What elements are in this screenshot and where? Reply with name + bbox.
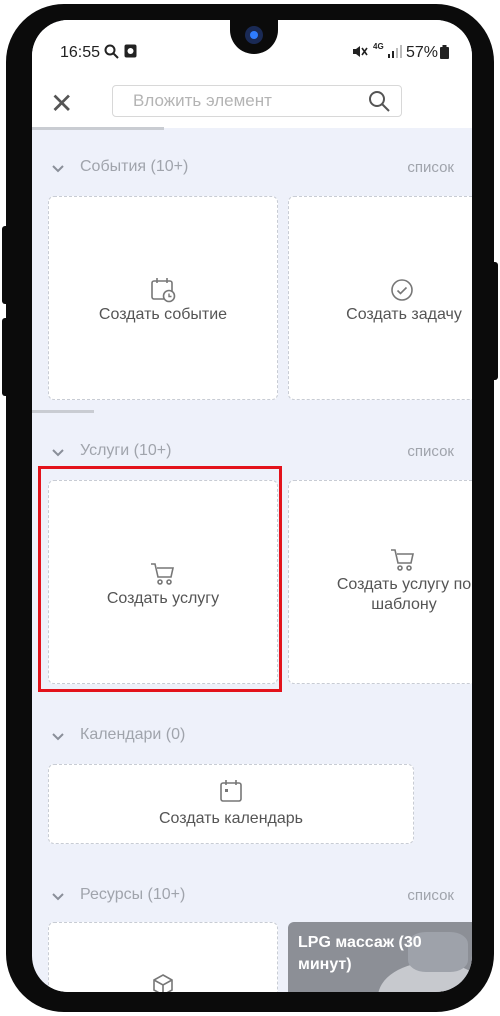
chevron-down-icon[interactable] xyxy=(52,446,64,460)
network-type-label: 4G xyxy=(373,42,384,51)
scroll-indicator xyxy=(32,410,94,413)
list-link-resources[interactable]: список xyxy=(407,887,454,904)
create-calendar-card[interactable]: Создать календарь xyxy=(48,764,414,844)
section-header-calendars[interactable]: Календари (0) xyxy=(32,724,472,754)
battery-icon xyxy=(440,45,449,62)
create-service-from-template-card[interactable]: Создать услугу по шаблону xyxy=(288,480,472,684)
search-input[interactable] xyxy=(131,90,355,112)
cart-icon xyxy=(390,547,416,578)
status-time: 16:55 xyxy=(60,44,101,61)
volume-down-button xyxy=(2,318,10,396)
search-status-icon xyxy=(104,44,119,62)
mute-icon xyxy=(352,44,368,62)
chevron-down-icon[interactable] xyxy=(52,730,64,744)
section-title-services: Услуги (10+) xyxy=(80,442,172,459)
section-title-events: События (10+) xyxy=(80,158,189,175)
create-task-card[interactable]: Создать задачу xyxy=(288,196,472,400)
list-link-events[interactable]: список xyxy=(407,159,454,176)
section-title-calendars: Календари (0) xyxy=(80,726,186,743)
section-title-resources: Ресурсы (10+) xyxy=(80,886,186,903)
create-event-card[interactable]: Создать событие xyxy=(48,196,278,400)
camera-notch xyxy=(230,20,278,54)
box-icon xyxy=(151,973,175,992)
volume-up-button xyxy=(2,226,10,304)
close-icon[interactable]: ✕ xyxy=(50,88,73,120)
signal-icon xyxy=(388,44,402,61)
card-label: Создать календарь xyxy=(158,810,304,827)
card-label: Создать услугу по шаблону xyxy=(336,576,472,613)
create-resource-card[interactable] xyxy=(48,922,278,992)
battery-percent: 57% xyxy=(406,44,439,61)
chevron-down-icon[interactable] xyxy=(52,162,64,176)
resource-title: LPG массаж (30 минут) xyxy=(298,934,422,973)
check-circle-icon xyxy=(389,277,415,308)
top-bar: ✕ xyxy=(32,84,472,128)
section-header-events[interactable]: События (10+) список xyxy=(32,156,472,186)
power-button xyxy=(490,262,498,380)
resource-card-lpg[interactable]: LPG массаж (30 минут) xyxy=(288,922,472,992)
front-camera xyxy=(245,26,263,44)
screen: 16:55 4G 57% ✕ Со xyxy=(32,20,472,992)
chevron-down-icon[interactable] xyxy=(52,890,64,904)
scroll-indicator xyxy=(32,127,164,130)
list-link-services[interactable]: список xyxy=(407,443,454,460)
search-field[interactable] xyxy=(112,85,402,117)
status-bar: 16:55 4G 57% xyxy=(32,20,472,84)
card-label: Создать событие xyxy=(98,306,228,323)
calendar-icon xyxy=(219,779,243,808)
gallery-status-icon xyxy=(124,44,137,61)
search-icon[interactable] xyxy=(367,89,391,118)
card-label: Создать задачу xyxy=(346,306,462,323)
calendar-clock-icon xyxy=(150,277,176,308)
section-header-resources[interactable]: Ресурсы (10+) список xyxy=(32,884,472,914)
highlight-box xyxy=(38,466,282,692)
